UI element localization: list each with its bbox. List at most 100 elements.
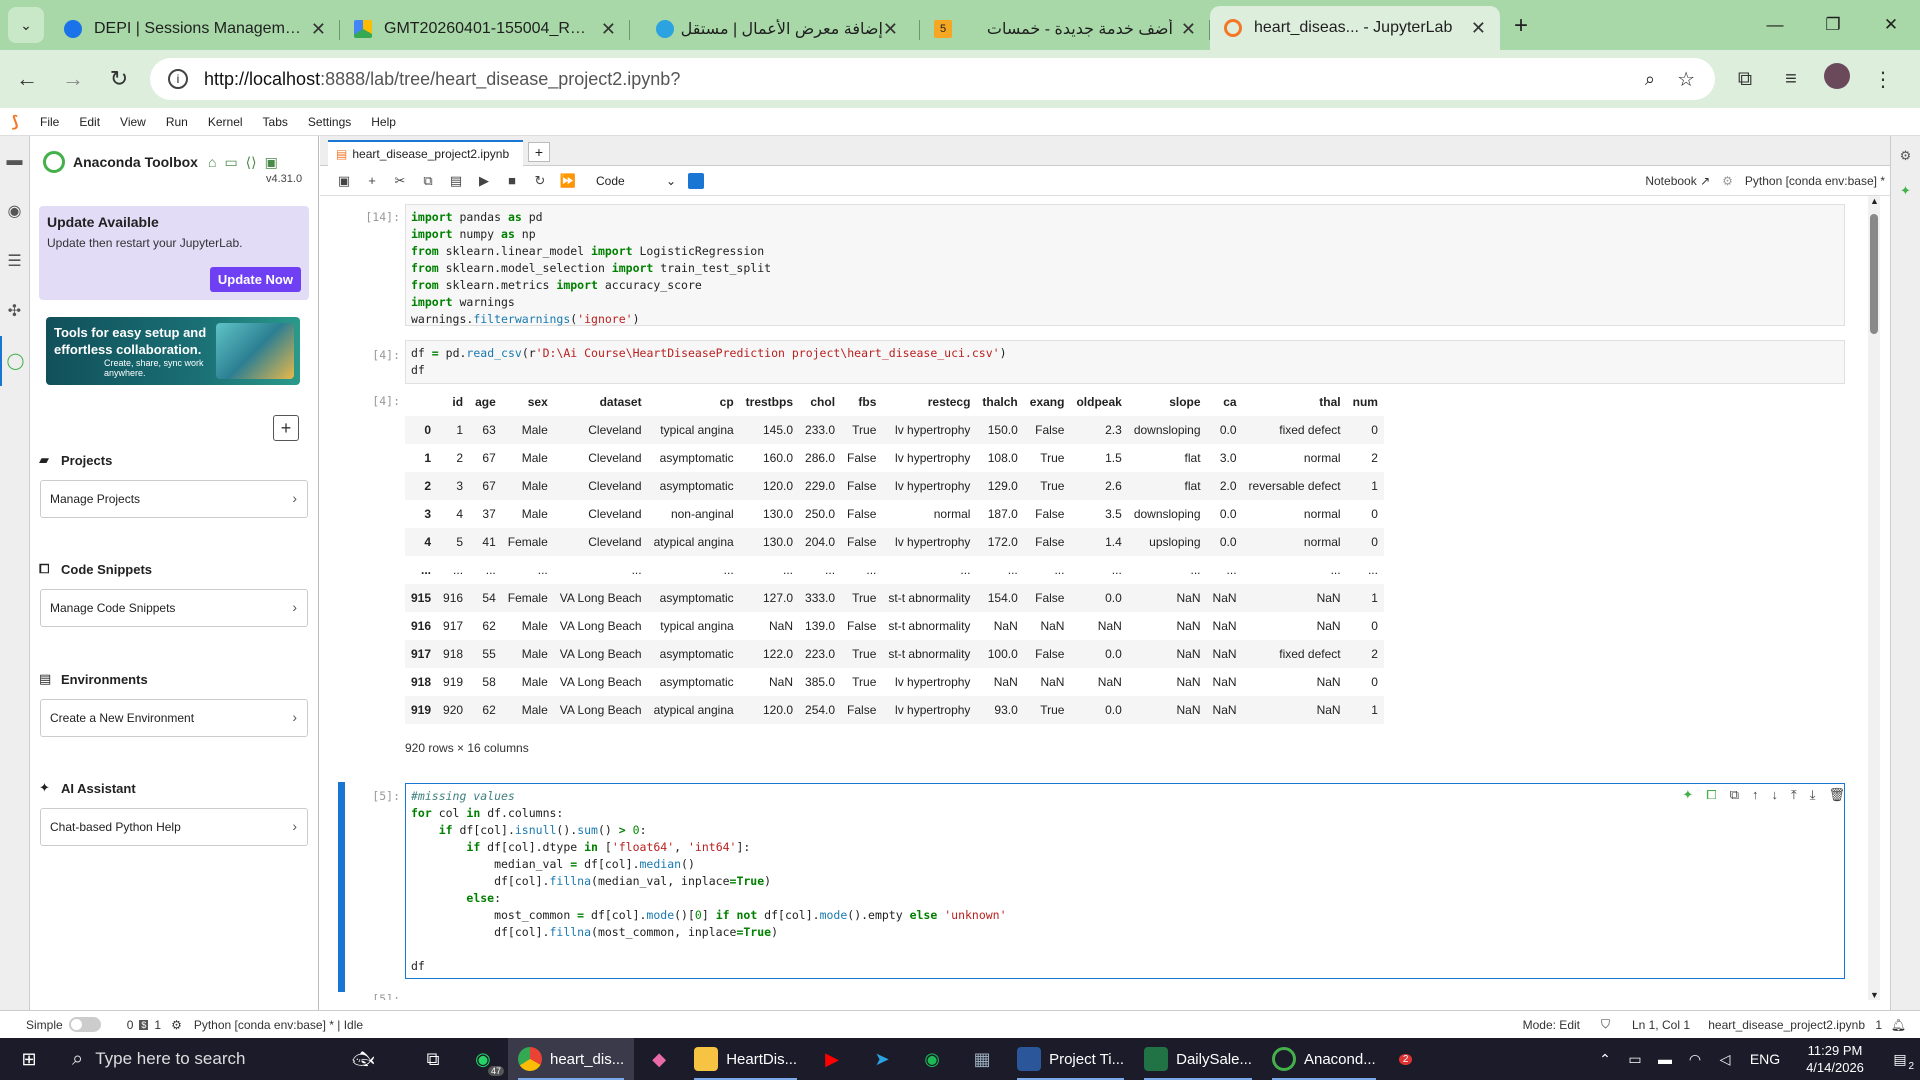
extensions-puzzle-icon[interactable]: ✣ — [0, 286, 29, 336]
move-up-icon[interactable]: ↑ — [1752, 787, 1759, 803]
duplicate-cell-icon[interactable]: ⧉ — [1730, 787, 1739, 803]
address-bar[interactable]: i http://localhost:8888/lab/tree/heart_d… — [150, 58, 1715, 100]
bell-icon[interactable]: 🔔︎ — [1891, 1018, 1906, 1032]
stop-icon[interactable]: ■ — [498, 173, 526, 188]
browser-tab-jupyter[interactable]: heart_diseas... - JupyterLab ✕ — [1210, 6, 1500, 50]
notebook-scrollbar[interactable]: ▲ ▼ — [1868, 196, 1880, 1000]
cell-type-select[interactable]: Code ⌄ — [596, 174, 676, 188]
anaconda-toolbox-icon[interactable]: ◯ — [0, 336, 29, 386]
taskbar-app-anaconda[interactable]: Anacond... — [1262, 1038, 1386, 1080]
run-all-icon[interactable]: ⏩ — [554, 173, 582, 189]
notification-center-icon[interactable]: ▤ 2 — [1880, 1051, 1920, 1072]
notification-app-icon[interactable]: 2 — [1386, 1038, 1426, 1080]
home-icon[interactable]: ⌂ — [208, 154, 216, 171]
new-launcher-button[interactable]: + — [528, 142, 550, 162]
code-cell-read-csv[interactable]: df = pd.read_csv(r'D:\Ai Course\HeartDis… — [405, 340, 1845, 384]
scroll-down-icon[interactable]: ▼ — [1870, 990, 1879, 1000]
delete-cell-icon[interactable]: 🗑 — [1828, 787, 1845, 803]
taskbar-search[interactable]: ⌕ Type here to search — [58, 1038, 318, 1080]
code-cell-missing-values[interactable]: #missing values for col in df.columns: i… — [405, 783, 1845, 979]
new-tab-button[interactable]: + — [1514, 12, 1528, 40]
notebook-tab[interactable]: ▤ heart_disease_project2.ipynb — [328, 140, 523, 166]
browser-tab-khamsat[interactable]: 5 أضف خدمة جديدة - خمسات ✕ — [920, 8, 1210, 50]
search-highlight-icon[interactable]: 🐟︎ — [318, 1038, 408, 1080]
promo-banner[interactable]: Tools for easy setup and effortless coll… — [46, 317, 300, 385]
menu-file[interactable]: File — [40, 115, 59, 129]
insert-above-icon[interactable]: ⤒ — [1791, 787, 1797, 803]
meet-now-icon[interactable]: ▭ — [1620, 1051, 1650, 1068]
scroll-up-icon[interactable]: ▲ — [1870, 196, 1879, 206]
close-icon[interactable]: ✕ — [311, 19, 326, 40]
whatsapp-icon[interactable]: ◉ 47 — [458, 1038, 508, 1080]
volume-icon[interactable]: ◁ — [1710, 1051, 1740, 1068]
maximize-icon[interactable]: ❐ — [1804, 15, 1862, 35]
taskbar-app-chrome[interactable]: heart_dis... — [508, 1038, 635, 1080]
insert-cell-icon[interactable]: + — [358, 173, 386, 188]
close-icon[interactable]: ✕ — [1471, 18, 1486, 39]
chat-python-help-button[interactable]: Chat-based Python Help › — [40, 808, 308, 846]
menu-run[interactable]: Run — [166, 115, 188, 129]
menu-tabs[interactable]: Tabs — [263, 115, 288, 129]
save-icon[interactable]: ▣ — [330, 173, 358, 189]
folder-icon[interactable]: ▭ — [224, 154, 237, 171]
menu-view[interactable]: View — [120, 115, 146, 129]
menu-edit[interactable]: Edit — [79, 115, 100, 129]
property-inspector-icon[interactable]: ⚙ — [1891, 136, 1920, 176]
markdown-toggle-icon[interactable] — [688, 172, 704, 189]
browser-tab-drive[interactable]: GMT20260401-155004_Recordin ✕ — [340, 8, 630, 50]
terminal-icon[interactable]: $ — [139, 1019, 149, 1030]
bookmark-star-icon[interactable]: ☆ — [1677, 67, 1695, 92]
minimize-icon[interactable]: — — [1746, 15, 1804, 35]
task-view-icon[interactable]: ⧉ — [408, 1038, 458, 1080]
code-icon[interactable]: ⟨⟩ — [246, 154, 257, 171]
media-control-icon[interactable]: ≡ — [1768, 68, 1814, 91]
menu-kernel[interactable]: Kernel — [208, 115, 243, 129]
kernel-status-text[interactable]: Python [conda env:base] * | Idle — [194, 1018, 363, 1032]
run-icon[interactable]: ▶ — [470, 173, 498, 189]
taskbar-app-word[interactable]: Project Ti... — [1007, 1038, 1134, 1080]
kernel-gear-icon[interactable]: ⚙ — [171, 1018, 182, 1032]
update-now-button[interactable]: Update Now — [209, 267, 301, 292]
cut-icon[interactable]: ✂ — [386, 173, 414, 189]
clock[interactable]: 11:29 PM 4/14/2026 — [1790, 1042, 1880, 1076]
notebook-link[interactable]: Notebook ↗ — [1645, 174, 1710, 188]
insert-below-icon[interactable]: ⤓ — [1810, 787, 1816, 803]
tab-search-button[interactable]: ⌄ — [8, 7, 44, 43]
kernel-name[interactable]: Python [conda env:base] * — [1745, 174, 1885, 188]
windows-start-icon[interactable]: ⊞ — [0, 1038, 58, 1080]
reload-icon[interactable]: ↻ — [96, 66, 142, 92]
terminal-icon[interactable]: ▣ — [265, 154, 278, 171]
ai-sparkle-icon[interactable]: ✦ — [1682, 787, 1693, 803]
profile-avatar[interactable] — [1814, 63, 1860, 95]
file-browser-icon[interactable]: ▬ — [0, 136, 29, 186]
menu-settings[interactable]: Settings — [308, 115, 351, 129]
simple-mode-toggle[interactable] — [68, 1017, 101, 1032]
chevron-up-icon[interactable]: ⌃ — [1590, 1051, 1620, 1068]
menu-help[interactable]: Help — [371, 115, 396, 129]
close-icon[interactable]: ✕ — [601, 19, 616, 40]
add-icon[interactable]: + — [273, 415, 299, 441]
create-environment-button[interactable]: Create a New Environment › — [40, 699, 308, 737]
manage-code-snippets-button[interactable]: Manage Code Snippets › — [40, 589, 308, 627]
cursor-position[interactable]: Ln 1, Col 1 — [1632, 1018, 1690, 1032]
zoom-icon[interactable]: ⌕ — [1645, 69, 1655, 90]
move-down-icon[interactable]: ↓ — [1771, 787, 1778, 803]
network-apps-icon[interactable]: ▦ — [957, 1038, 1007, 1080]
settings-gear-icon[interactable]: ⚙ — [1722, 174, 1733, 188]
restart-icon[interactable]: ↻ — [526, 173, 554, 189]
close-icon[interactable]: ✕ — [1181, 19, 1196, 40]
back-icon[interactable]: ← — [4, 66, 50, 92]
site-info-icon[interactable]: i — [168, 69, 188, 89]
manage-projects-button[interactable]: Manage Projects › — [40, 480, 308, 518]
browser-menu-icon[interactable]: ⋮ — [1860, 67, 1906, 92]
paste-icon[interactable]: ▤ — [442, 173, 470, 189]
telegram-icon[interactable]: ➤ — [857, 1038, 907, 1080]
format-code-icon[interactable]: ⧠ — [1706, 787, 1716, 803]
copy-icon[interactable]: ⧉ — [414, 173, 442, 189]
running-kernels-icon[interactable]: ◉ — [0, 186, 29, 236]
close-window-icon[interactable]: ✕ — [1862, 15, 1920, 35]
forward-icon[interactable]: → — [50, 66, 96, 92]
scrollbar-thumb[interactable] — [1870, 214, 1878, 334]
copilot-icon[interactable]: ◆ — [634, 1038, 684, 1080]
taskbar-app-excel[interactable]: DailySale... — [1134, 1038, 1262, 1080]
